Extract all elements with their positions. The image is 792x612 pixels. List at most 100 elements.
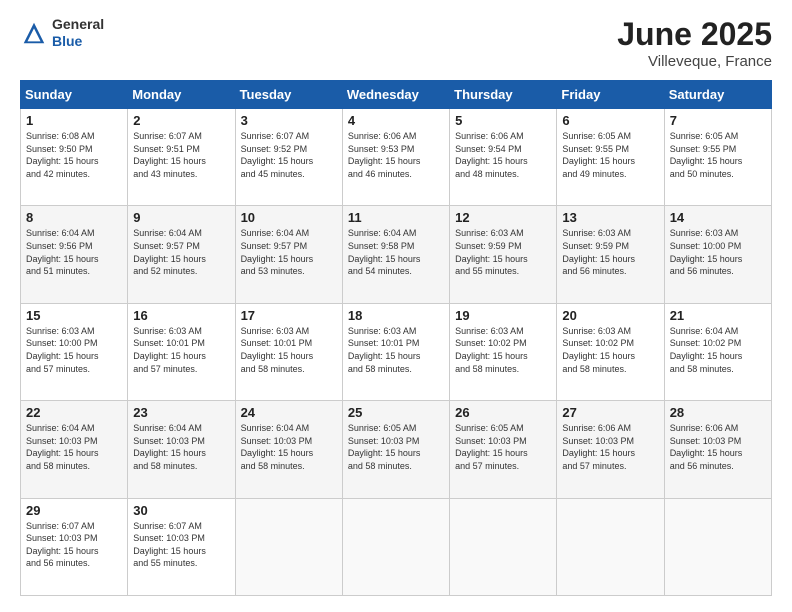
calendar-cell: 26 Sunrise: 6:05 AM Sunset: 10:03 PM Dayl… — [450, 401, 557, 498]
day-number: 10 — [241, 210, 337, 225]
day-info: Sunrise: 6:03 AM Sunset: 9:59 PM Dayligh… — [455, 227, 551, 277]
logo-icon — [20, 19, 48, 47]
weekday-header-thursday: Thursday — [450, 81, 557, 109]
calendar-cell: 22Sunrise: 6:04 AM Sunset: 10:03 PM Dayl… — [21, 401, 128, 498]
day-info: Sunrise: 6:07 AM Sunset: 10:03 PM Daylig… — [133, 520, 229, 570]
day-number: 19 — [455, 308, 551, 323]
calendar-cell: 4Sunrise: 6:06 AM Sunset: 9:53 PM Daylig… — [342, 109, 449, 206]
calendar-cell — [557, 498, 664, 595]
day-info: Sunrise: 6:03 AM Sunset: 10:01 PM Daylig… — [241, 325, 337, 375]
week-row-5: 29 Sunrise: 6:07 AM Sunset: 10:03 PM Dayl… — [21, 498, 772, 595]
weekday-header-row: SundayMondayTuesdayWednesdayThursdayFrid… — [21, 81, 772, 109]
day-number: 25 — [348, 405, 444, 420]
day-number: 23 — [133, 405, 229, 420]
day-info: Sunrise: 6:06 AM Sunset: 9:54 PM Dayligh… — [455, 130, 551, 180]
day-info: Sunrise: 6:04 AM Sunset: 9:56 PM Dayligh… — [26, 227, 122, 277]
day-number: 20 — [562, 308, 658, 323]
calendar-cell: 23 Sunrise: 6:04 AM Sunset: 10:03 PM Dayl… — [128, 401, 235, 498]
logo-blue-text: Blue — [52, 33, 104, 50]
day-number: 9 — [133, 210, 229, 225]
day-info: Sunrise: 6:04 AM Sunset: 10:02 PM Daylig… — [670, 325, 766, 375]
day-number: 17 — [241, 308, 337, 323]
day-info: Sunrise: 6:04 AM Sunset: 9:57 PM Dayligh… — [133, 227, 229, 277]
calendar-cell: 9 Sunrise: 6:04 AM Sunset: 9:57 PM Daylig… — [128, 206, 235, 303]
day-info: Sunrise: 6:04 AM Sunset: 10:03 PM Daylig… — [26, 422, 122, 472]
day-number: 13 — [562, 210, 658, 225]
day-number: 27 — [562, 405, 658, 420]
weekday-header-tuesday: Tuesday — [235, 81, 342, 109]
day-info: Sunrise: 6:07 AM Sunset: 9:51 PM Dayligh… — [133, 130, 229, 180]
week-row-1: 1Sunrise: 6:08 AM Sunset: 9:50 PM Daylig… — [21, 109, 772, 206]
day-info: Sunrise: 6:05 AM Sunset: 9:55 PM Dayligh… — [670, 130, 766, 180]
logo-general-text: General — [52, 16, 104, 33]
weekday-header-sunday: Sunday — [21, 81, 128, 109]
logo: General Blue — [20, 16, 104, 50]
calendar-subtitle: Villeveque, France — [617, 53, 772, 70]
calendar-cell: 21 Sunrise: 6:04 AM Sunset: 10:02 PM Dayl… — [664, 303, 771, 400]
calendar-cell — [450, 498, 557, 595]
calendar-cell: 27 Sunrise: 6:06 AM Sunset: 10:03 PM Dayl… — [557, 401, 664, 498]
calendar-cell: 15Sunrise: 6:03 AM Sunset: 10:00 PM Dayl… — [21, 303, 128, 400]
calendar-cell: 28 Sunrise: 6:06 AM Sunset: 10:03 PM Dayl… — [664, 401, 771, 498]
logo-text: General Blue — [52, 16, 104, 50]
day-number: 12 — [455, 210, 551, 225]
day-info: Sunrise: 6:06 AM Sunset: 10:03 PM Daylig… — [562, 422, 658, 472]
calendar-cell: 11Sunrise: 6:04 AM Sunset: 9:58 PM Dayli… — [342, 206, 449, 303]
day-number: 8 — [26, 210, 122, 225]
title-block: June 2025 Villeveque, France — [617, 16, 772, 70]
day-number: 21 — [670, 308, 766, 323]
day-number: 3 — [241, 113, 337, 128]
calendar-page: General Blue June 2025 Villeveque, Franc… — [0, 0, 792, 612]
day-info: Sunrise: 6:03 AM Sunset: 10:01 PM Daylig… — [348, 325, 444, 375]
weekday-header-saturday: Saturday — [664, 81, 771, 109]
day-number: 5 — [455, 113, 551, 128]
calendar-cell: 20 Sunrise: 6:03 AM Sunset: 10:02 PM Dayl… — [557, 303, 664, 400]
calendar-table: SundayMondayTuesdayWednesdayThursdayFrid… — [20, 80, 772, 596]
calendar-cell — [664, 498, 771, 595]
calendar-title: June 2025 — [617, 16, 772, 53]
day-info: Sunrise: 6:06 AM Sunset: 10:03 PM Daylig… — [670, 422, 766, 472]
day-info: Sunrise: 6:04 AM Sunset: 10:03 PM Daylig… — [133, 422, 229, 472]
week-row-3: 15Sunrise: 6:03 AM Sunset: 10:00 PM Dayl… — [21, 303, 772, 400]
day-number: 15 — [26, 308, 122, 323]
day-info: Sunrise: 6:07 AM Sunset: 10:03 PM Daylig… — [26, 520, 122, 570]
day-info: Sunrise: 6:03 AM Sunset: 10:01 PM Daylig… — [133, 325, 229, 375]
calendar-cell: 7 Sunrise: 6:05 AM Sunset: 9:55 PM Daylig… — [664, 109, 771, 206]
day-info: Sunrise: 6:03 AM Sunset: 10:00 PM Daylig… — [670, 227, 766, 277]
calendar-cell: 24Sunrise: 6:04 AM Sunset: 10:03 PM Dayl… — [235, 401, 342, 498]
calendar-cell: 2Sunrise: 6:07 AM Sunset: 9:51 PM Daylig… — [128, 109, 235, 206]
calendar-cell: 13 Sunrise: 6:03 AM Sunset: 9:59 PM Dayli… — [557, 206, 664, 303]
day-number: 7 — [670, 113, 766, 128]
day-info: Sunrise: 6:03 AM Sunset: 9:59 PM Dayligh… — [562, 227, 658, 277]
calendar-cell: 6 Sunrise: 6:05 AM Sunset: 9:55 PM Daylig… — [557, 109, 664, 206]
calendar-cell: 17 Sunrise: 6:03 AM Sunset: 10:01 PM Dayl… — [235, 303, 342, 400]
week-row-2: 8 Sunrise: 6:04 AM Sunset: 9:56 PM Daylig… — [21, 206, 772, 303]
day-info: Sunrise: 6:03 AM Sunset: 10:02 PM Daylig… — [562, 325, 658, 375]
calendar-cell: 8 Sunrise: 6:04 AM Sunset: 9:56 PM Daylig… — [21, 206, 128, 303]
day-number: 16 — [133, 308, 229, 323]
day-info: Sunrise: 6:07 AM Sunset: 9:52 PM Dayligh… — [241, 130, 337, 180]
week-row-4: 22Sunrise: 6:04 AM Sunset: 10:03 PM Dayl… — [21, 401, 772, 498]
day-info: Sunrise: 6:08 AM Sunset: 9:50 PM Dayligh… — [26, 130, 122, 180]
day-info: Sunrise: 6:04 AM Sunset: 9:57 PM Dayligh… — [241, 227, 337, 277]
calendar-cell — [342, 498, 449, 595]
calendar-cell: 1Sunrise: 6:08 AM Sunset: 9:50 PM Daylig… — [21, 109, 128, 206]
day-info: Sunrise: 6:04 AM Sunset: 9:58 PM Dayligh… — [348, 227, 444, 277]
day-number: 30 — [133, 503, 229, 518]
calendar-cell — [235, 498, 342, 595]
calendar-cell: 16 Sunrise: 6:03 AM Sunset: 10:01 PM Dayl… — [128, 303, 235, 400]
day-info: Sunrise: 6:06 AM Sunset: 9:53 PM Dayligh… — [348, 130, 444, 180]
day-info: Sunrise: 6:03 AM Sunset: 10:02 PM Daylig… — [455, 325, 551, 375]
day-info: Sunrise: 6:04 AM Sunset: 10:03 PM Daylig… — [241, 422, 337, 472]
day-number: 29 — [26, 503, 122, 518]
day-number: 26 — [455, 405, 551, 420]
day-number: 28 — [670, 405, 766, 420]
day-info: Sunrise: 6:05 AM Sunset: 9:55 PM Dayligh… — [562, 130, 658, 180]
day-info: Sunrise: 6:05 AM Sunset: 10:03 PM Daylig… — [348, 422, 444, 472]
weekday-header-friday: Friday — [557, 81, 664, 109]
calendar-cell: 18Sunrise: 6:03 AM Sunset: 10:01 PM Dayl… — [342, 303, 449, 400]
day-info: Sunrise: 6:05 AM Sunset: 10:03 PM Daylig… — [455, 422, 551, 472]
day-number: 6 — [562, 113, 658, 128]
weekday-header-wednesday: Wednesday — [342, 81, 449, 109]
calendar-cell: 10 Sunrise: 6:04 AM Sunset: 9:57 PM Dayli… — [235, 206, 342, 303]
